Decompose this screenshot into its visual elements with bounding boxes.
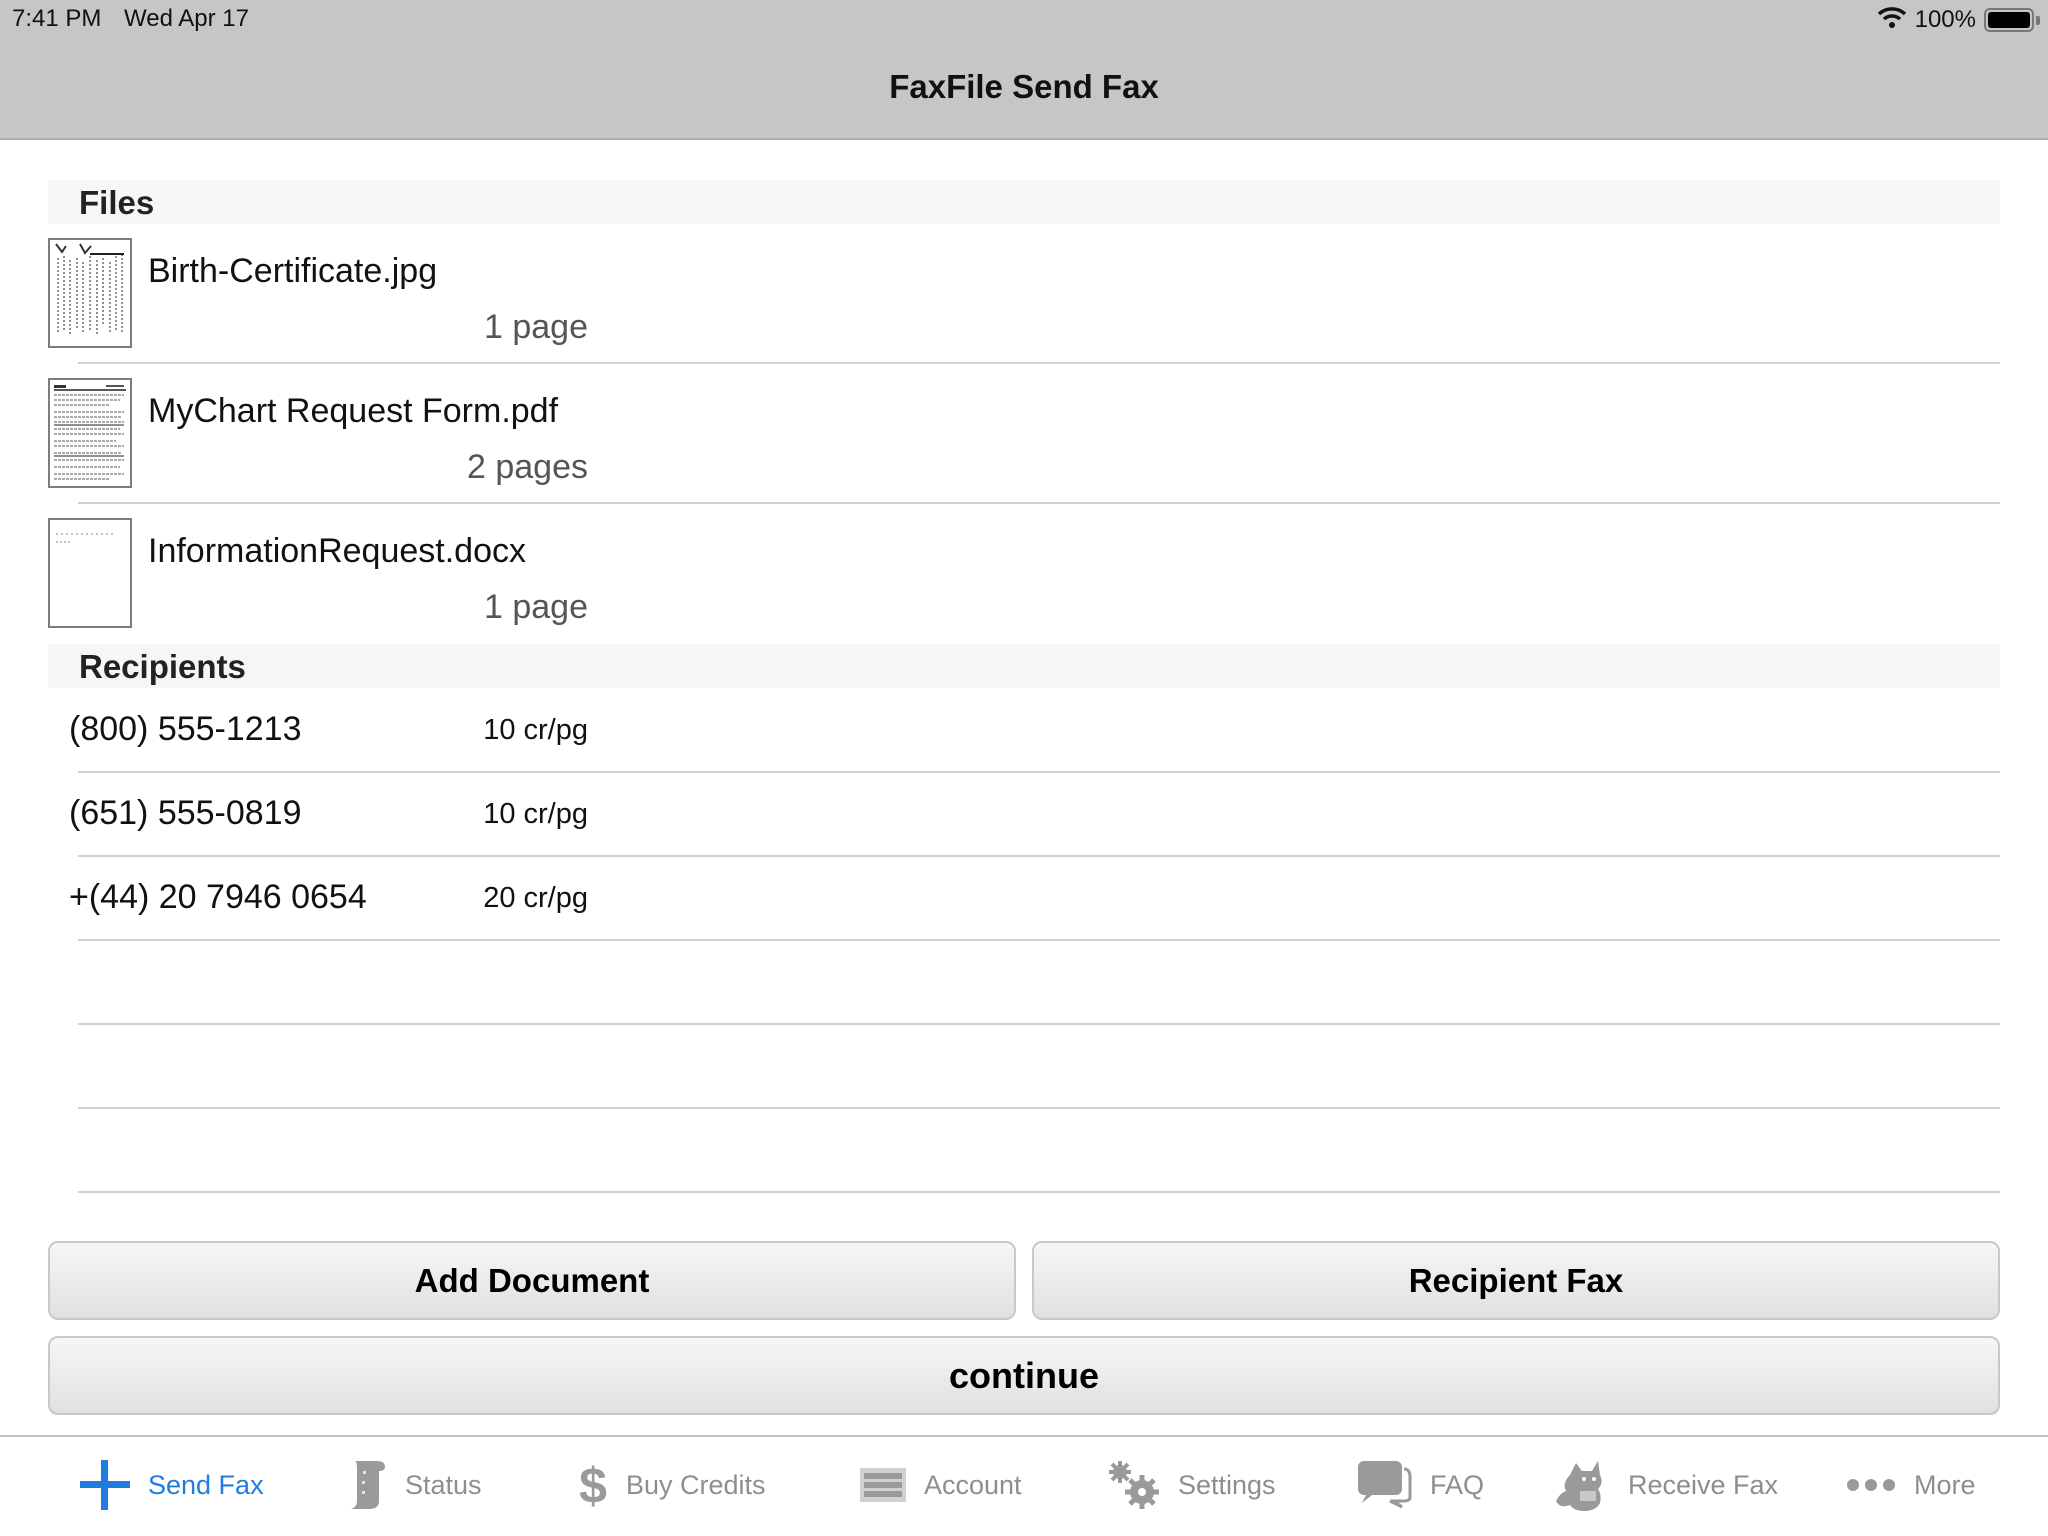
chat-bubbles-icon [1358, 1461, 1412, 1509]
recipient-fax-number: +(44) 20 7946 0654 [69, 878, 367, 916]
recipient-row[interactable]: (651) 555-0819 10 cr/pg [48, 772, 2000, 856]
empty-row-divider [78, 1107, 2000, 1109]
add-document-button[interactable]: Add Document [48, 1241, 1016, 1320]
status-date: Wed Apr 17 [124, 5, 249, 32]
continue-button[interactable]: continue [48, 1336, 2000, 1415]
tab-bar: Send Fax Status $ Buy Credits Account Se… [0, 1435, 2048, 1536]
file-row[interactable]: InformationRequest.docx 1 page [48, 518, 2000, 658]
file-name: InformationRequest.docx [148, 532, 526, 570]
file-page-count: 2 pages [467, 448, 588, 486]
file-page-count: 1 page [484, 588, 588, 626]
tab-label: Account [924, 1469, 1022, 1500]
file-name: MyChart Request Form.pdf [148, 392, 559, 430]
more-dots-icon [1846, 1477, 1896, 1493]
tab-send-fax[interactable]: Send Fax [80, 1457, 264, 1513]
recipient-row[interactable]: (800) 555-1213 10 cr/pg [48, 688, 2000, 772]
row-divider [78, 939, 2000, 941]
status-indicators: 100% [1877, 4, 2040, 36]
files-section-header: Files [48, 180, 2000, 224]
battery-percent: 100% [1914, 6, 1976, 33]
status-time: 7:41 PM [12, 5, 102, 32]
tab-status[interactable]: Status [345, 1457, 482, 1513]
tab-more[interactable]: More [1846, 1457, 1976, 1513]
tab-buy-credits[interactable]: $ Buy Credits [578, 1457, 766, 1513]
recipient-rate: 10 cr/pg [483, 714, 588, 746]
row-divider [78, 502, 2000, 504]
recipient-rate: 10 cr/pg [483, 798, 588, 830]
file-page-count: 1 page [484, 308, 588, 346]
tab-receive-fax[interactable]: Receive Fax [1554, 1457, 1778, 1513]
scanned-certificate-thumbnail [48, 238, 132, 348]
file-name: Birth-Certificate.jpg [148, 252, 438, 290]
blank-document-thumbnail [48, 518, 132, 628]
tab-settings[interactable]: Settings [1108, 1457, 1276, 1513]
page-title: FaxFile Send Fax [889, 68, 1159, 105]
fox-mascot-icon [1554, 1457, 1610, 1513]
tab-label: Buy Credits [626, 1469, 766, 1500]
svg-text:$: $ [579, 1459, 607, 1511]
recipient-rate: 20 cr/pg [483, 882, 588, 914]
list-icon [860, 1468, 906, 1502]
recipients-section-header: Recipients [48, 644, 2000, 688]
recipient-fax-button[interactable]: Recipient Fax [1032, 1241, 2000, 1320]
battery-icon [1984, 8, 2034, 32]
tab-label: Settings [1178, 1469, 1276, 1500]
file-row[interactable]: Birth-Certificate.jpg 1 page [48, 238, 2000, 378]
tab-faq[interactable]: FAQ [1358, 1457, 1484, 1513]
dollar-icon: $ [578, 1459, 608, 1511]
tab-label: Send Fax [148, 1469, 264, 1500]
row-divider [78, 362, 2000, 364]
form-document-thumbnail [48, 378, 132, 488]
empty-row-divider [78, 1023, 2000, 1025]
recipient-fax-number: (651) 555-0819 [69, 794, 302, 832]
gears-icon [1108, 1460, 1160, 1510]
tab-label: Status [405, 1469, 482, 1500]
recipient-fax-number: (800) 555-1213 [69, 710, 302, 748]
scroll-icon [345, 1459, 387, 1511]
navigation-bar: 7:41 PM Wed Apr 17 100% FaxFile Send Fax [0, 0, 2048, 140]
tab-label: Receive Fax [1628, 1469, 1779, 1500]
tab-label: FAQ [1430, 1469, 1485, 1500]
tab-account[interactable]: Account [860, 1457, 1022, 1513]
recipient-row[interactable]: +(44) 20 7946 0654 20 cr/pg [48, 856, 2000, 940]
wifi-icon [1877, 5, 1907, 36]
file-row[interactable]: MyChart Request Form.pdf 2 pages [48, 378, 2000, 518]
plus-icon [80, 1460, 130, 1510]
empty-row-divider [78, 1191, 2000, 1193]
tab-label: More [1914, 1469, 1976, 1500]
battery-tip [2036, 15, 2040, 25]
